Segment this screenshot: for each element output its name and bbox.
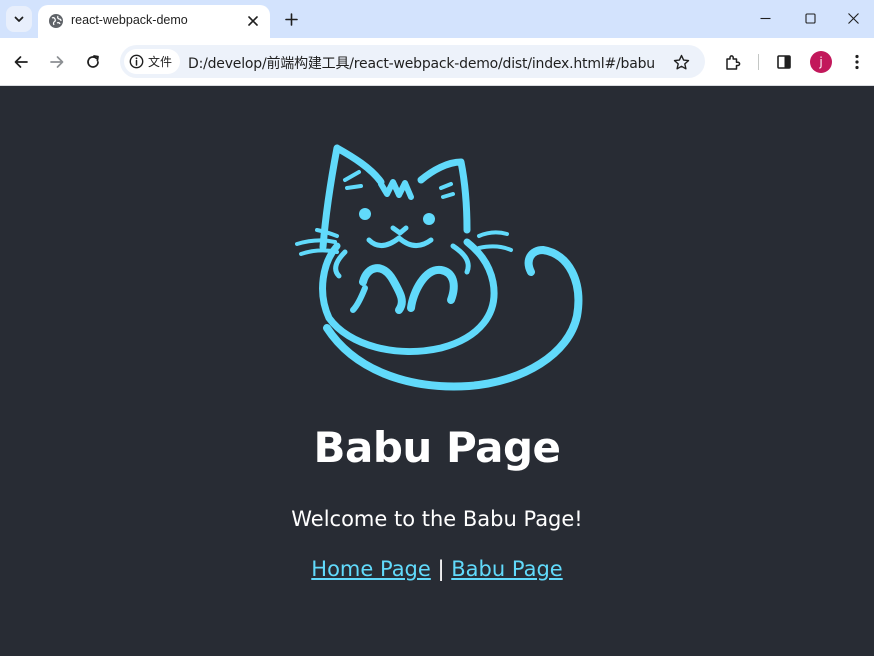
- chevron-down-icon: [14, 16, 24, 22]
- close-icon: [847, 12, 859, 24]
- address-bar[interactable]: 文件 D:/develop/前端构建工具/react-webpack-demo/…: [120, 45, 705, 78]
- toolbar-separator: [758, 54, 759, 70]
- welcome-text: Welcome to the Babu Page!: [291, 507, 583, 531]
- page-title: Babu Page: [313, 423, 562, 472]
- url-text[interactable]: D:/develop/前端构建工具/react-webpack-demo/dis…: [188, 53, 655, 73]
- tab-close-button[interactable]: [244, 12, 262, 30]
- page-content: Babu Page Welcome to the Babu Page! Home…: [0, 86, 874, 656]
- home-page-link[interactable]: Home Page: [311, 557, 431, 581]
- plus-icon: [284, 12, 298, 26]
- active-tab[interactable]: react-webpack-demo: [38, 5, 270, 38]
- maximize-icon: [804, 12, 816, 24]
- site-info-label: 文件: [148, 55, 173, 69]
- browser-toolbar: 文件 D:/develop/前端构建工具/react-webpack-demo/…: [0, 38, 874, 86]
- nav-separator: |: [437, 557, 445, 581]
- arrow-right-icon: [50, 56, 64, 68]
- minimize-icon: [760, 17, 770, 19]
- arrow-left-icon: [14, 56, 28, 68]
- close-window-button[interactable]: [832, 0, 874, 36]
- reload-icon: [87, 55, 99, 68]
- cat-logo-icon: [295, 144, 583, 391]
- side-panel-button[interactable]: [772, 50, 796, 74]
- side-panel-icon: [777, 55, 791, 69]
- new-tab-button[interactable]: [281, 9, 301, 29]
- back-button[interactable]: [9, 50, 33, 74]
- page-nav: Home Page | Babu Page: [0, 557, 874, 581]
- close-icon: [248, 16, 258, 26]
- tab-title: react-webpack-demo: [71, 13, 188, 27]
- tab-strip: react-webpack-demo: [0, 0, 874, 38]
- maximize-button[interactable]: [787, 0, 833, 36]
- star-icon: [673, 54, 689, 69]
- globe-icon: [49, 14, 63, 28]
- info-icon: [129, 54, 144, 69]
- extensions-button[interactable]: [720, 50, 744, 74]
- browser-menu-button[interactable]: [845, 50, 869, 74]
- profile-avatar[interactable]: j: [810, 51, 832, 73]
- puzzle-icon: [725, 54, 740, 70]
- kebab-menu-icon: [855, 54, 859, 70]
- forward-button[interactable]: [45, 50, 69, 74]
- babu-page-link[interactable]: Babu Page: [451, 557, 562, 581]
- reload-button[interactable]: [81, 50, 105, 74]
- tab-search-button[interactable]: [6, 6, 32, 32]
- minimize-button[interactable]: [742, 0, 788, 36]
- browser-window: react-webpack-demo 文件 D:/develop/前端构建工具/…: [0, 0, 874, 656]
- site-info-chip[interactable]: 文件: [124, 49, 181, 74]
- bookmark-button[interactable]: [671, 52, 691, 72]
